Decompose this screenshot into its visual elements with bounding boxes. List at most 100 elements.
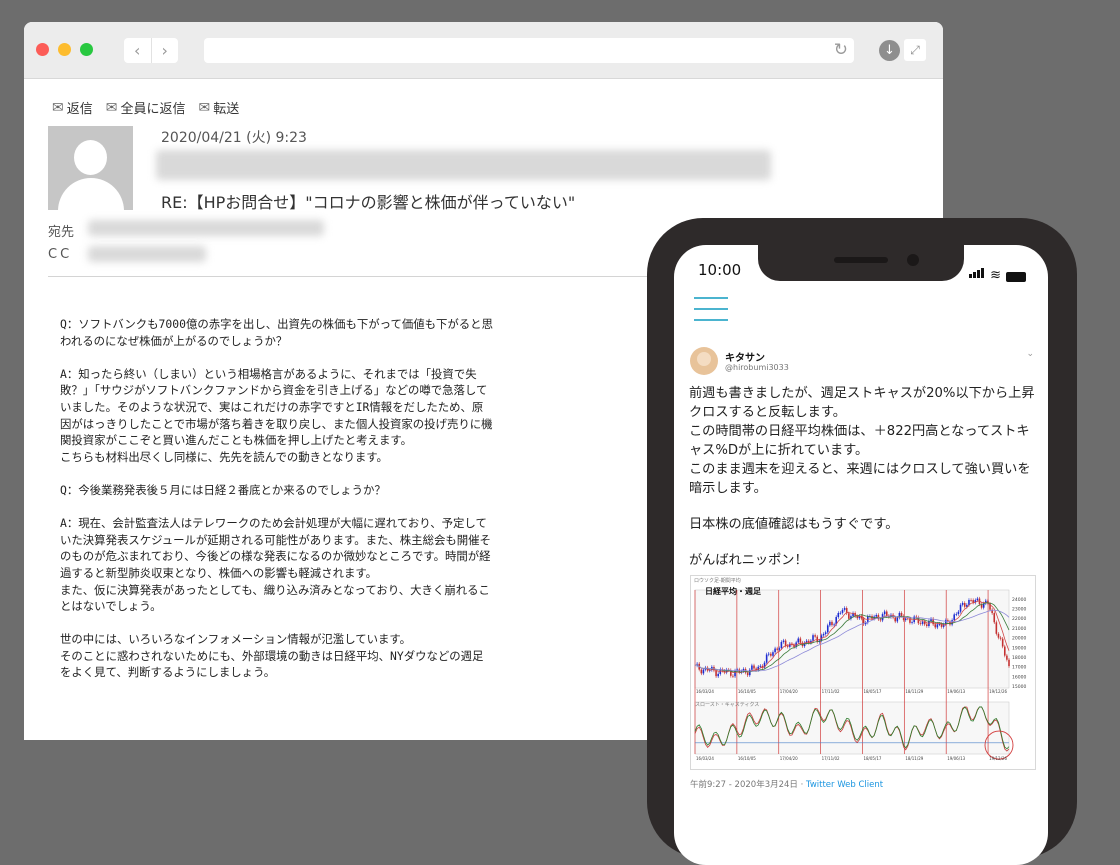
candle-body: [746, 672, 749, 676]
candle-body: [934, 624, 937, 628]
candle-body: [883, 611, 886, 615]
minimize-window-button[interactable]: [58, 43, 71, 56]
tweet-footer: 午前9:27 - 2020年3月24日 · Twitter Web Client: [690, 778, 883, 790]
reload-icon[interactable]: ↻: [834, 40, 848, 60]
candle-body: [995, 622, 998, 634]
menu-icon[interactable]: [694, 297, 728, 330]
fullscreen-icon[interactable]: ⤢: [904, 39, 926, 61]
x-tick-label: 19/12/26: [989, 756, 1007, 761]
candle-body: [829, 621, 831, 626]
browser-toolbar: ‹ › ↻ ↓ ⤢: [24, 22, 943, 79]
x-tick-label: 17/11/02: [822, 689, 840, 694]
x-tick-label: 16/03/24: [696, 689, 714, 694]
x-tick-label: 18/11/29: [905, 756, 923, 761]
forward-label: 転送: [213, 102, 240, 117]
candle-body: [970, 600, 972, 601]
x-tick-label: 18/05/17: [863, 689, 881, 694]
chevron-down-icon[interactable]: ⌄: [1026, 349, 1034, 359]
address-bar[interactable]: ↻: [204, 38, 854, 63]
candle-body: [919, 623, 922, 625]
candle-body: [797, 638, 800, 643]
candle-body: [1001, 638, 1004, 647]
candle-body: [782, 640, 785, 642]
candle-body: [997, 633, 1000, 638]
forward-icon: ✉: [198, 99, 211, 116]
y-tick-label: 19000: [1012, 645, 1026, 651]
candle-body: [976, 598, 979, 601]
candle-body: [839, 612, 842, 614]
candle-body: [875, 614, 878, 617]
candle-body: [767, 653, 770, 655]
close-window-button[interactable]: [36, 43, 49, 56]
candle-body: [961, 602, 964, 605]
candle-body: [822, 634, 825, 636]
mail-date: 2020/04/21 (火) 9:23: [161, 130, 307, 146]
candle-body: [812, 635, 814, 641]
candle-body: [848, 613, 850, 619]
candle-body: [911, 622, 913, 623]
x-tick-label: 18/05/17: [863, 756, 881, 761]
chevron-left-icon: ‹: [134, 41, 141, 60]
back-button[interactable]: ‹: [124, 38, 151, 63]
candle-body: [837, 613, 840, 618]
candle-body: [959, 604, 962, 612]
candle-body: [856, 616, 859, 619]
tweet-source[interactable]: Twitter Web Client: [806, 780, 883, 790]
candle-body: [751, 665, 753, 670]
candle-body: [909, 618, 911, 623]
x-tick-label: 19/06/13: [947, 756, 965, 761]
candle-body: [915, 616, 918, 618]
candle-body: [936, 624, 939, 628]
forward-button[interactable]: ✉ 転送: [198, 98, 240, 118]
sender-avatar: [48, 126, 133, 210]
to-redacted: [88, 220, 324, 236]
forward-button[interactable]: ›: [150, 38, 179, 63]
candle-body: [780, 641, 783, 649]
wifi-icon: ≋: [990, 268, 1001, 283]
candle-body: [879, 619, 882, 621]
tweet-timestamp[interactable]: 午前9:27 - 2020年3月24日 ·: [690, 780, 806, 790]
tweet-author-name[interactable]: キタサン: [725, 349, 765, 364]
x-tick-label: 16/03/24: [696, 756, 714, 761]
candle-body: [1006, 655, 1008, 660]
candle-body: [921, 621, 924, 624]
download-icon[interactable]: ↓: [879, 40, 900, 61]
candle-body: [814, 635, 816, 637]
x-tick-label: 19/06/13: [947, 689, 965, 694]
candle-body: [784, 640, 787, 646]
reply-label: 返信: [66, 102, 93, 117]
candle-body: [772, 652, 774, 656]
zoom-window-button[interactable]: [80, 43, 93, 56]
x-tick-label: 17/11/02: [822, 756, 840, 761]
candle-body: [833, 624, 835, 626]
mail-paragraph: Q：ソフトバンクも7000億の赤字を出し、出資先の株価も下がって価値も下がると思…: [60, 317, 493, 348]
to-label: 宛先: [48, 225, 75, 240]
mail-paragraph: 世の中には、いろいろなインフォメーション情報が氾濫しています。 そのことに惑わさ…: [60, 632, 484, 680]
reply-button[interactable]: ✉ 返信: [52, 98, 93, 118]
candle-body: [900, 612, 903, 617]
phone-notch: [758, 245, 964, 281]
signal-icon: [969, 263, 985, 282]
y-tick-label: 21000: [1012, 626, 1026, 632]
y-tick-label: 16000: [1012, 674, 1026, 680]
candle-body: [826, 625, 829, 633]
phone-frame: 10:00 ≋ キタサン @hirobumi3033 ⌄ 前週も書きましたが、週…: [647, 218, 1077, 865]
avatar-head: [74, 140, 107, 175]
cc-label: CC: [48, 247, 73, 262]
candle-body: [938, 624, 941, 625]
nikkei-chart[interactable]: 24000 23000 22000 21000 20000 19000 18000 17000…: [690, 575, 1036, 770]
mail-body: Q：ソフトバンクも7000億の赤字を出し、出資先の株価も下がって価値も下がると思…: [60, 316, 620, 698]
tweet-avatar[interactable]: [690, 347, 718, 375]
mail-paragraph: Q：今後業務発表後５月には日経２番底とか来るのでしょうか？: [60, 482, 386, 497]
candle-body: [953, 614, 956, 621]
reply-all-label: 全員に返信: [120, 102, 186, 117]
candle-body: [993, 613, 996, 623]
candle-body: [770, 653, 772, 656]
reply-all-button[interactable]: ✉ 全員に返信: [106, 98, 186, 118]
candle-body: [907, 618, 909, 620]
avatar-body: [58, 178, 124, 210]
x-tick-label: 16/10/05: [738, 756, 756, 761]
candle-body: [831, 621, 833, 626]
tweet-author-handle[interactable]: @hirobumi3033: [725, 363, 789, 372]
x-tick-label: 17/04/20: [780, 689, 798, 694]
